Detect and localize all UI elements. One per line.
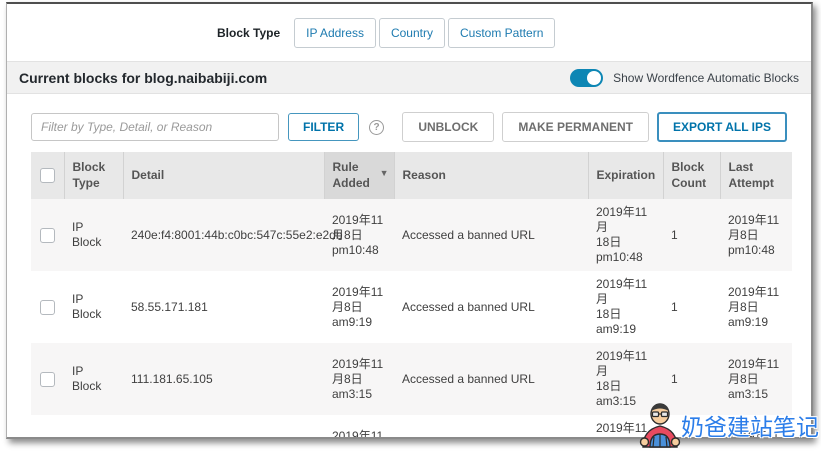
row-checkbox[interactable] bbox=[40, 300, 55, 315]
col-header-reason[interactable]: Reason bbox=[394, 152, 588, 199]
col-header-expiration[interactable]: Expiration bbox=[588, 152, 663, 199]
make-permanent-button[interactable]: MAKE PERMANENT bbox=[502, 112, 649, 142]
row-checkbox[interactable] bbox=[40, 372, 55, 387]
cell-block-type: IP Block bbox=[64, 271, 123, 343]
cell-reason: Accessed a banned URL bbox=[394, 415, 588, 439]
blocks-table: Block Type Detail Rule Added▼ Reason Exp… bbox=[31, 152, 792, 439]
toolbar: FILTER ? UNBLOCK MAKE PERMANENT EXPORT A… bbox=[31, 112, 787, 142]
cell-block-type: IP Block bbox=[64, 199, 123, 271]
watermark: 奶爸建站笔记 bbox=[639, 402, 819, 448]
export-all-ips-button[interactable]: EXPORT ALL IPS bbox=[657, 112, 787, 142]
block-type-tabs: IP Address Country Custom Pattern bbox=[294, 18, 555, 48]
cell-reason: Accessed a banned URL bbox=[394, 343, 588, 415]
filter-input[interactable] bbox=[31, 113, 279, 141]
cell-detail: 115.230.8.201 bbox=[123, 415, 324, 439]
block-type-bar: Block Type IP Address Country Custom Pat… bbox=[7, 4, 811, 61]
show-automatic-blocks-toggle[interactable] bbox=[570, 69, 603, 87]
cell-block-type: IP Block bbox=[64, 343, 123, 415]
watermark-text: 奶爸建站笔记 bbox=[681, 408, 819, 442]
cell-expiration: 2019年11月 18日 pm10:48 bbox=[588, 199, 663, 271]
cell-detail: 240e:f4:8001:44b:c0bc:547c:55e2:e2db bbox=[123, 199, 324, 271]
help-icon[interactable]: ? bbox=[369, 120, 384, 135]
cell-rule-added: 2019年11 月8日 am3:15 bbox=[324, 343, 394, 415]
cell-detail: 111.181.65.105 bbox=[123, 343, 324, 415]
filter-button[interactable]: FILTER bbox=[288, 113, 359, 141]
table-row: IP Block 58.55.171.181 2019年11 月8日 am9:1… bbox=[31, 271, 792, 343]
dad-mascot-icon bbox=[639, 402, 681, 448]
table-header-row: Block Type Detail Rule Added▼ Reason Exp… bbox=[31, 152, 792, 199]
tab-custom-pattern[interactable]: Custom Pattern bbox=[448, 18, 555, 48]
page-title: Current blocks for blog.naibabiji.com bbox=[19, 70, 267, 86]
cell-block-type: IP Block bbox=[64, 415, 123, 439]
cell-last-attempt: 2019年11 月8日 am9:19 bbox=[720, 271, 792, 343]
toggle-knob bbox=[587, 71, 601, 85]
unblock-button[interactable]: UNBLOCK bbox=[402, 112, 494, 142]
col-header-block-type[interactable]: Block Type bbox=[64, 152, 123, 199]
tab-ip-address[interactable]: IP Address bbox=[294, 18, 376, 48]
block-type-label: Block Type bbox=[217, 26, 280, 40]
wordfence-blocks-panel: Block Type IP Address Country Custom Pat… bbox=[6, 2, 813, 439]
tab-country[interactable]: Country bbox=[379, 18, 445, 48]
cell-rule-added: 2019年11 月8日 am1:28 bbox=[324, 415, 394, 439]
col-header-block-count[interactable]: Block Count bbox=[663, 152, 720, 199]
col-header-last-attempt[interactable]: Last Attempt bbox=[720, 152, 792, 199]
cell-last-attempt: 2019年11 月8日 pm10:48 bbox=[720, 199, 792, 271]
toggle-label: Show Wordfence Automatic Blocks bbox=[613, 71, 799, 85]
table-row: IP Block 240e:f4:8001:44b:c0bc:547c:55e2… bbox=[31, 199, 792, 271]
cell-block-count: 1 bbox=[663, 271, 720, 343]
cell-rule-added: 2019年11 月8日 pm10:48 bbox=[324, 199, 394, 271]
title-band: Current blocks for blog.naibabiji.com Sh… bbox=[7, 61, 811, 94]
cell-detail: 58.55.171.181 bbox=[123, 271, 324, 343]
cell-block-count: 1 bbox=[663, 199, 720, 271]
cell-expiration: 2019年11月 18日 am9:19 bbox=[588, 271, 663, 343]
row-checkbox[interactable] bbox=[40, 228, 55, 243]
select-all-checkbox[interactable] bbox=[40, 168, 55, 183]
cell-reason: Accessed a banned URL bbox=[394, 271, 588, 343]
col-header-detail[interactable]: Detail bbox=[123, 152, 324, 199]
sort-arrow-icon[interactable]: ▼ bbox=[380, 168, 389, 180]
cell-rule-added: 2019年11 月8日 am9:19 bbox=[324, 271, 394, 343]
cell-reason: Accessed a banned URL bbox=[394, 199, 588, 271]
col-header-rule-added[interactable]: Rule Added▼ bbox=[324, 152, 394, 199]
